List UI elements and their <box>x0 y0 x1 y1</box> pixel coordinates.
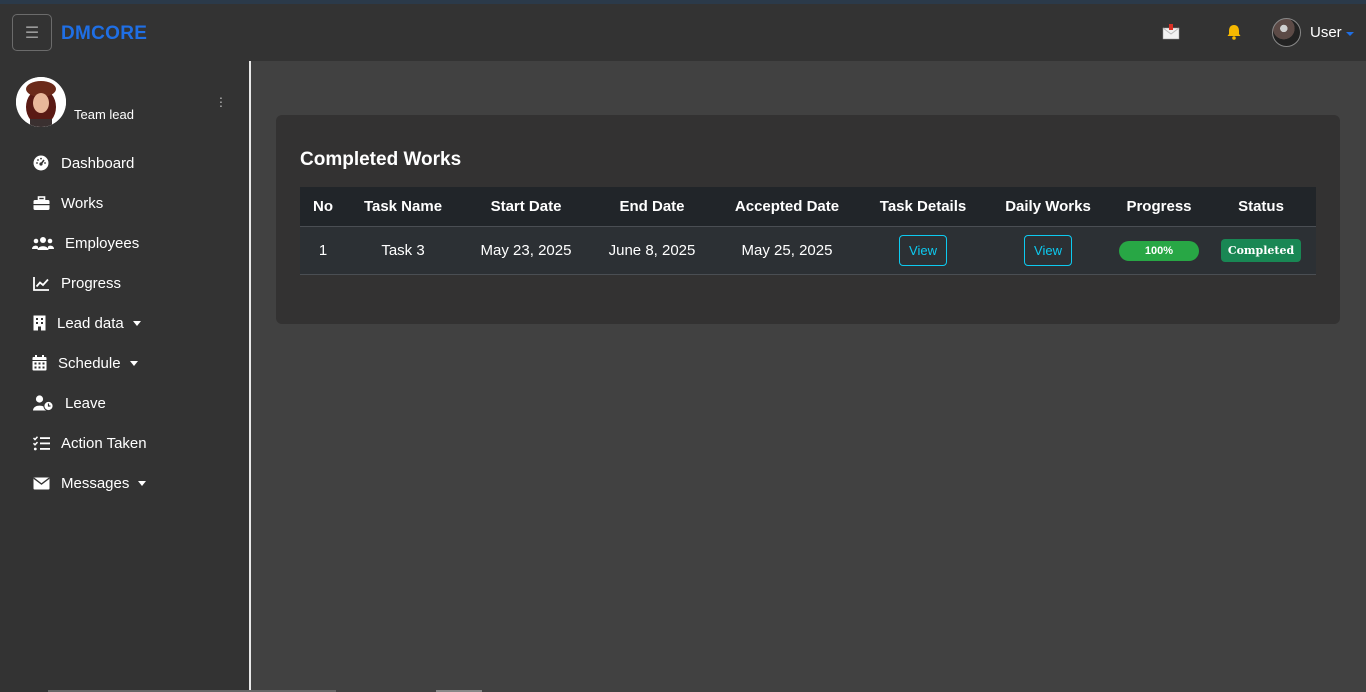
column-header: End Date <box>619 198 685 215</box>
sidebar-toggle-button[interactable]: ☰ <box>12 14 52 51</box>
calendar-icon <box>32 354 47 372</box>
briefcase-icon <box>32 194 50 212</box>
sidebar-item-messages[interactable]: Messages <box>32 470 147 496</box>
sidebar-item-dashboard[interactable]: Dashboard <box>32 150 134 176</box>
profile-avatar[interactable] <box>16 77 66 127</box>
user-avatar[interactable] <box>1272 18 1301 47</box>
profile-role: Team lead <box>74 107 134 122</box>
view-daily-works-button[interactable]: View <box>1024 235 1072 266</box>
user-menu-label[interactable]: User <box>1310 24 1342 41</box>
line-chart-icon <box>32 274 50 292</box>
sidebar-divider <box>249 61 251 692</box>
building-icon <box>32 314 46 332</box>
column-header: Daily Works <box>1005 198 1091 215</box>
sidebar-item-lead-data[interactable]: Lead data <box>32 310 141 336</box>
sidebar-item-label: Action Taken <box>61 434 147 452</box>
sidebar-item-label: Employees <box>65 234 140 252</box>
chevron-down-icon <box>132 320 141 326</box>
hamburger-icon: ☰ <box>24 24 40 42</box>
kebab-menu-icon[interactable]: · · · <box>215 90 227 112</box>
sidebar-item-label: Leave <box>65 394 106 412</box>
top-navbar: ☰ DMCORE User <box>0 4 1366 61</box>
mail-icon[interactable] <box>1161 23 1181 46</box>
column-header: Task Name <box>363 198 443 215</box>
column-header: Task Details <box>879 198 967 215</box>
cell-daily-works: View <box>984 235 1112 266</box>
sidebar-item-label: Lead data <box>57 314 124 332</box>
cell-progress: 100% <box>1112 240 1206 261</box>
view-task-details-button[interactable]: View <box>899 235 947 266</box>
sidebar-item-label: Progress <box>61 274 122 292</box>
user-clock-icon <box>32 394 54 412</box>
sidebar-item-works[interactable]: Works <box>32 190 103 216</box>
status-badge: Completed <box>1220 239 1302 262</box>
sidebar-item-leave[interactable]: Leave <box>32 390 106 416</box>
table-header: No Task Name Start Date End Date Accepte… <box>300 187 1316 227</box>
sidebar-item-label: Dashboard <box>61 154 135 172</box>
sidebar-item-schedule[interactable]: Schedule <box>32 350 138 376</box>
column-header: No <box>313 198 333 215</box>
cell-start-date: May 23, 2025 <box>480 242 572 259</box>
cell-no: 1 <box>318 242 328 259</box>
column-header: Start Date <box>490 198 562 215</box>
cell-status: Completed <box>1206 239 1316 262</box>
progress-bar: 100% <box>1119 240 1199 261</box>
list-check-icon <box>32 434 50 452</box>
sidebar: Team lead · · · Dashboard Works Employees … <box>0 61 249 692</box>
cell-task-details: View <box>862 235 984 266</box>
cell-end-date: June 8, 2025 <box>608 242 696 259</box>
sidebar-item-action-taken[interactable]: Action Taken <box>32 430 147 456</box>
sidebar-item-label: Works <box>61 194 104 212</box>
completed-works-table: No Task Name Start Date End Date Accepte… <box>300 187 1316 275</box>
completed-works-card: Completed Works No Task Name Start Date … <box>276 115 1340 324</box>
sidebar-item-label: Schedule <box>58 354 121 372</box>
table-row: 1 Task 3 May 23, 2025 June 8, 2025 May 2… <box>300 227 1316 275</box>
bell-icon[interactable] <box>1225 23 1243 46</box>
column-header: Status <box>1238 198 1284 215</box>
gauge-icon <box>32 154 50 172</box>
cell-task-name: Task 3 <box>381 242 425 259</box>
brand-logo-text[interactable]: DMCORE <box>61 23 147 45</box>
chevron-down-icon <box>129 360 138 366</box>
cell-accepted-date: May 25, 2025 <box>741 242 833 259</box>
sidebar-item-employees[interactable]: Employees <box>32 230 139 256</box>
column-header: Progress <box>1126 198 1192 215</box>
sidebar-item-progress[interactable]: Progress <box>32 270 121 296</box>
sidebar-item-label: Messages <box>61 474 130 492</box>
envelope-icon <box>32 474 50 492</box>
column-header: Accepted Date <box>734 198 840 215</box>
chevron-down-icon <box>138 480 147 486</box>
card-title: Completed Works <box>300 149 462 170</box>
chevron-down-icon[interactable] <box>1346 32 1354 36</box>
users-icon <box>32 234 54 252</box>
